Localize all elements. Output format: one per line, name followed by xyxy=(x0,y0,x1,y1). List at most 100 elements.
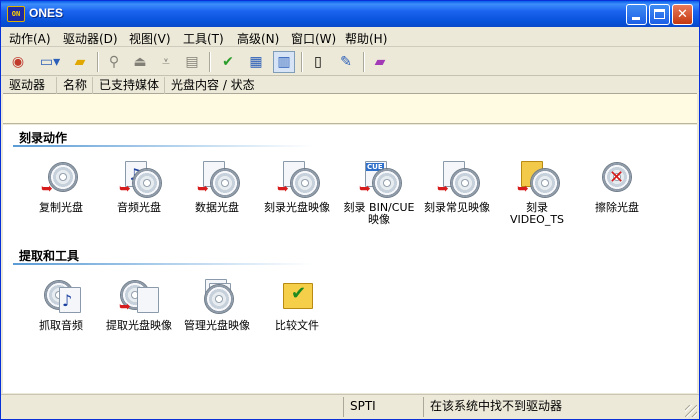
arrow-icon: ➥ xyxy=(517,181,529,197)
window-icon: ▦ xyxy=(249,54,263,70)
action-label: 数据光盘 xyxy=(195,201,239,214)
load-tray-icon: ⩡ xyxy=(162,54,170,70)
action-burn-common-image[interactable]: ➥ 刻录常见映像 xyxy=(419,159,495,214)
action-audio-disc[interactable]: ♫ ➥ 音频光盘 xyxy=(101,159,177,214)
music-note-icon: ♪ xyxy=(62,291,73,310)
burn-image-icon: ➥ xyxy=(275,159,319,199)
edit-icon: ✎ xyxy=(340,54,352,70)
load-button[interactable]: ⩡ xyxy=(155,51,177,73)
arrow-icon: ➥ xyxy=(119,181,131,197)
window-layout-button[interactable]: ▦ xyxy=(245,51,267,73)
arrow-icon: ➥ xyxy=(119,299,131,315)
toolbar: ◉ ▭▾ ▰ ⚲ ⏏ ⩡ ▤ ✔ ▦ ▥ ▯ ✎ ▰ xyxy=(1,48,699,76)
action-data-disc[interactable]: ➥ 数据光盘 xyxy=(179,159,255,214)
menu-bar: 动作(A) 驱动器(D) 视图(V) 工具(T) 高级(N) 窗口(W) 帮助(… xyxy=(1,27,699,47)
view-mode-dropdown[interactable]: ▭▾ xyxy=(35,51,65,73)
status-interface: SPTI xyxy=(343,397,423,417)
rip-audio-icon: ♪ xyxy=(39,277,83,317)
arrow-icon: ➥ xyxy=(197,181,209,197)
action-panel: 刻录动作 ➥ 复制光盘 ♫ ➥ 音频光盘 ➥ 数据 xyxy=(3,125,697,393)
burn-tool-button[interactable]: ◉ xyxy=(7,51,29,73)
folder-icon: ▰ xyxy=(74,54,86,70)
erase-disc-icon: ✕ xyxy=(595,159,639,199)
toolbar-separator xyxy=(363,52,365,72)
action-extract-disc-image[interactable]: ➥ 提取光盘映像 xyxy=(101,277,177,332)
toolbar-separator xyxy=(301,52,303,72)
menu-drive[interactable]: 驱动器(D) xyxy=(63,30,118,47)
status-bar: SPTI 在该系统中找不到驱动器 xyxy=(1,394,699,419)
data-disc-icon: ➥ xyxy=(195,159,239,199)
check-button[interactable]: ✔ xyxy=(217,51,239,73)
action-rip-audio[interactable]: ♪ 抓取音频 xyxy=(23,277,99,332)
title-bar[interactable]: ON ONES ✕ xyxy=(1,1,699,27)
column-drive[interactable]: 驱动器 xyxy=(3,77,57,94)
copy-disc-icon: ➥ xyxy=(39,159,83,199)
checkmark-icon: ✔ xyxy=(222,54,234,70)
menu-view[interactable]: 视图(V) xyxy=(129,30,171,47)
disc-icon xyxy=(205,285,233,313)
arrow-icon: ➥ xyxy=(41,181,53,197)
action-label: 抓取音频 xyxy=(39,319,83,332)
column-name[interactable]: 名称 xyxy=(57,77,93,94)
close-button[interactable]: ✕ xyxy=(672,4,693,25)
help-book-button[interactable]: ▰ xyxy=(369,51,391,73)
action-compare-files[interactable]: ✔ 比较文件 xyxy=(259,277,335,332)
section-title-extract: 提取和工具 xyxy=(19,249,80,263)
column-supported-media[interactable]: 已支持媒体 xyxy=(93,77,165,94)
action-manage-disc-image[interactable]: 管理光盘映像 xyxy=(179,277,255,332)
disc-icon xyxy=(531,169,559,197)
arrow-icon: ➥ xyxy=(359,181,371,197)
action-burn-bin-cue[interactable]: CUE ➥ 刻录 BIN/CUE 映像 xyxy=(339,159,419,226)
window-title: ONES xyxy=(29,6,64,20)
compare-files-icon: ✔ xyxy=(275,277,319,317)
menu-action[interactable]: 动作(A) xyxy=(9,30,51,47)
log-button[interactable]: ▯ xyxy=(307,51,329,73)
panel-icon: ▥ xyxy=(277,54,291,70)
eject-button[interactable]: ⏏ xyxy=(129,51,151,73)
log-document-icon: ▯ xyxy=(314,54,322,70)
drive-info-icon: ▤ xyxy=(185,54,199,70)
main-window: ON ONES ✕ 动作(A) 驱动器(D) 视图(V) 工具(T) 高级(N)… xyxy=(0,0,700,420)
minimize-icon xyxy=(632,17,640,20)
common-image-icon: ➥ xyxy=(435,159,479,199)
arrow-icon: ➥ xyxy=(277,181,289,197)
action-burn-disc-image[interactable]: ➥ 刻录光盘映像 xyxy=(259,159,335,214)
toolbar-separator xyxy=(97,52,99,72)
action-label: 比较文件 xyxy=(275,319,319,332)
menu-advanced[interactable]: 高级(N) xyxy=(237,30,279,47)
menu-help[interactable]: 帮助(H) xyxy=(345,30,387,47)
drive-list[interactable] xyxy=(3,94,697,124)
column-disc-status[interactable]: 光盘内容 / 状态 xyxy=(165,77,697,94)
open-folder-button[interactable]: ▰ xyxy=(69,51,91,73)
close-icon: ✕ xyxy=(677,7,688,22)
disc-icon xyxy=(133,169,161,197)
cross-icon: ✕ xyxy=(609,167,625,188)
resize-grip-icon[interactable] xyxy=(685,405,697,417)
action-erase-disc[interactable]: ✕ 擦除光盘 xyxy=(579,159,655,214)
video-ts-icon: ➥ xyxy=(515,159,559,199)
panel-layout-button[interactable]: ▥ xyxy=(273,51,295,73)
action-label: 音频光盘 xyxy=(117,201,161,214)
drive-info-button[interactable]: ▤ xyxy=(181,51,203,73)
menu-tools[interactable]: 工具(T) xyxy=(183,30,224,47)
action-label: 复制光盘 xyxy=(39,201,83,214)
action-copy-disc[interactable]: ➥ 复制光盘 xyxy=(23,159,99,214)
arrow-icon: ➥ xyxy=(437,181,449,197)
action-label: 刻录 VIDEO_TS xyxy=(509,201,565,226)
bin-cue-icon: CUE ➥ xyxy=(357,159,401,199)
action-burn-video-ts[interactable]: ➥ 刻录 VIDEO_TS xyxy=(499,159,575,226)
checkmark-icon: ✔ xyxy=(291,283,307,304)
properties-button[interactable]: ⚲ xyxy=(103,51,125,73)
edit-button[interactable]: ✎ xyxy=(335,51,357,73)
disc-icon xyxy=(211,169,239,197)
maximize-button[interactable] xyxy=(649,4,670,25)
maximize-icon xyxy=(654,9,665,19)
disc-icon xyxy=(373,169,401,197)
eject-icon: ⏏ xyxy=(133,54,147,70)
disc-icon xyxy=(451,169,479,197)
toolbar-separator xyxy=(209,52,211,72)
menu-window[interactable]: 窗口(W) xyxy=(291,30,336,47)
minimize-button[interactable] xyxy=(626,4,647,25)
drive-list-header: 驱动器 名称 已支持媒体 光盘内容 / 状态 xyxy=(3,77,697,94)
document-icon xyxy=(137,287,159,313)
